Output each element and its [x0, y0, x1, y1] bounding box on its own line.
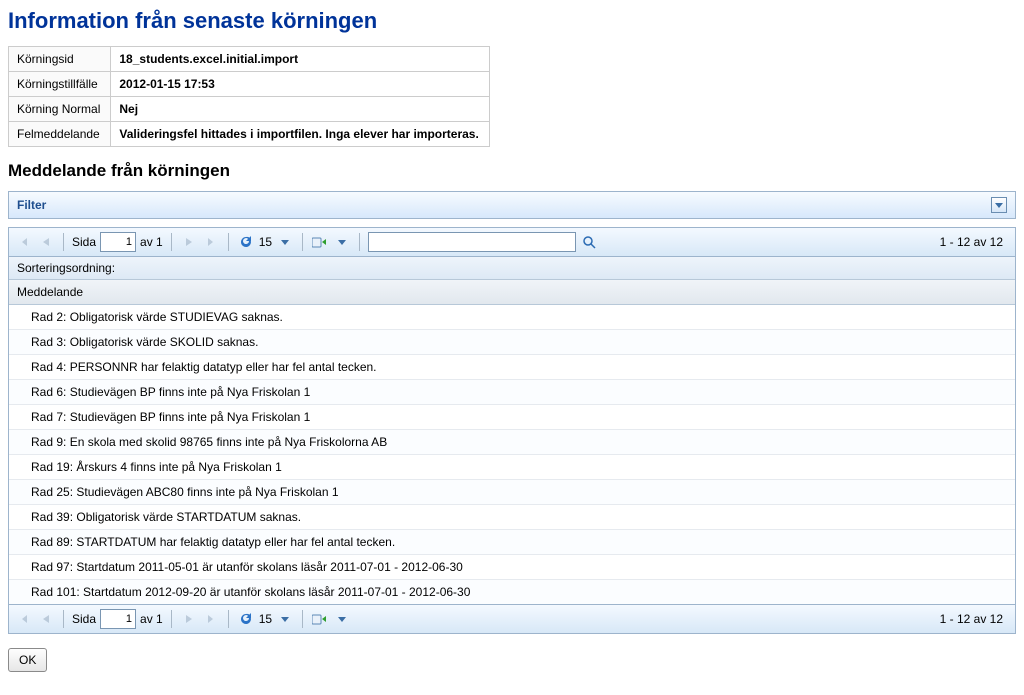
prev-page-button[interactable] — [37, 233, 55, 251]
table-row[interactable]: Rad 7: Studievägen BP finns inte på Nya … — [9, 405, 1015, 430]
prev-page-icon — [41, 613, 51, 625]
table-row[interactable]: Rad 89: STARTDATUM har felaktig datatyp … — [9, 530, 1015, 555]
info-value: Valideringsfel hittades i importfilen. I… — [111, 122, 489, 147]
table-row[interactable]: Rad 6: Studievägen BP finns inte på Nya … — [9, 380, 1015, 405]
info-value: 18_students.excel.initial.import — [111, 47, 489, 72]
chevron-down-icon — [281, 615, 289, 623]
page-number-input[interactable] — [100, 609, 136, 629]
grid-body: Rad 2: Obligatorisk värde STUDIEVAG sakn… — [9, 305, 1015, 604]
expand-filter-button[interactable] — [991, 197, 1007, 213]
next-page-button[interactable] — [180, 233, 198, 251]
ok-button[interactable]: OK — [8, 648, 47, 672]
info-value: Nej — [111, 97, 489, 122]
toolbar-separator — [171, 233, 172, 251]
first-page-icon — [18, 613, 30, 625]
table-row[interactable]: Rad 2: Obligatorisk värde STUDIEVAG sakn… — [9, 305, 1015, 330]
page-label-suffix: av 1 — [140, 235, 163, 249]
table-row[interactable]: Rad 19: Årskurs 4 finns inte på Nya Fris… — [9, 455, 1015, 480]
last-page-button[interactable] — [202, 610, 220, 628]
record-status-bottom: 1 - 12 av 12 — [940, 612, 1009, 626]
last-page-icon — [205, 613, 217, 625]
grid-toolbar-top: Sida av 1 15 1 - 12 av 12 — [9, 228, 1015, 257]
search-button[interactable] — [580, 233, 598, 251]
export-dropdown-button[interactable] — [333, 233, 351, 251]
next-page-icon — [184, 236, 194, 248]
info-label: Körning Normal — [9, 97, 111, 122]
table-row[interactable]: Rad 97: Startdatum 2011-05-01 är utanför… — [9, 555, 1015, 580]
info-label: Felmeddelande — [9, 122, 111, 147]
toolbar-separator — [171, 610, 172, 628]
page-number-input[interactable] — [100, 232, 136, 252]
info-row: Körningsid18_students.excel.initial.impo… — [9, 47, 490, 72]
table-row[interactable]: Rad 39: Obligatorisk värde STARTDATUM sa… — [9, 505, 1015, 530]
export-button[interactable] — [311, 610, 329, 628]
export-icon — [312, 612, 328, 626]
table-row[interactable]: Rad 9: En skola med skolid 98765 finns i… — [9, 430, 1015, 455]
toolbar-separator — [228, 233, 229, 251]
export-icon — [312, 235, 328, 249]
refresh-button[interactable] — [237, 610, 255, 628]
table-row[interactable]: Rad 4: PERSONNR har felaktig datatyp ell… — [9, 355, 1015, 380]
export-dropdown-button[interactable] — [333, 610, 351, 628]
table-row[interactable]: Rad 25: Studievägen ABC80 finns inte på … — [9, 480, 1015, 505]
prev-page-button[interactable] — [37, 610, 55, 628]
table-row[interactable]: Rad 101: Startdatum 2012-09-20 är utanfö… — [9, 580, 1015, 604]
chevron-down-icon — [281, 238, 289, 246]
search-input[interactable] — [368, 232, 576, 252]
info-row: Körning NormalNej — [9, 97, 490, 122]
info-table: Körningsid18_students.excel.initial.impo… — [8, 46, 490, 147]
refresh-icon — [239, 612, 253, 626]
refresh-icon — [239, 235, 253, 249]
filter-panel-header[interactable]: Filter — [8, 191, 1016, 219]
chevron-down-icon — [995, 201, 1003, 209]
record-status-top: 1 - 12 av 12 — [940, 235, 1009, 249]
pagesize-label[interactable]: 15 — [259, 612, 272, 626]
export-button[interactable] — [311, 233, 329, 251]
toolbar-separator — [302, 610, 303, 628]
page-label-prefix: Sida — [72, 235, 96, 249]
chevron-down-icon — [338, 238, 346, 246]
info-table-body: Körningsid18_students.excel.initial.impo… — [9, 47, 490, 147]
info-value: 2012-01-15 17:53 — [111, 72, 489, 97]
page-label-prefix: Sida — [72, 612, 96, 626]
last-page-icon — [205, 236, 217, 248]
info-label: Körningsid — [9, 47, 111, 72]
grid-toolbar-bottom: Sida av 1 15 1 - 12 av 12 — [9, 604, 1015, 633]
toolbar-separator — [302, 233, 303, 251]
info-row: Körningstillfälle2012-01-15 17:53 — [9, 72, 490, 97]
section-title: Meddelande från körningen — [8, 161, 1016, 181]
last-page-button[interactable] — [202, 233, 220, 251]
filter-label: Filter — [17, 198, 46, 212]
chevron-down-icon — [338, 615, 346, 623]
pagesize-dropdown-button[interactable] — [276, 233, 294, 251]
info-label: Körningstillfälle — [9, 72, 111, 97]
first-page-button[interactable] — [15, 233, 33, 251]
message-grid: Sida av 1 15 1 - 12 av 12 So — [8, 227, 1016, 634]
next-page-button[interactable] — [180, 610, 198, 628]
toolbar-separator — [63, 610, 64, 628]
pagesize-dropdown-button[interactable] — [276, 610, 294, 628]
table-row[interactable]: Rad 3: Obligatorisk värde SKOLID saknas. — [9, 330, 1015, 355]
toolbar-separator — [228, 610, 229, 628]
next-page-icon — [184, 613, 194, 625]
info-row: FelmeddelandeValideringsfel hittades i i… — [9, 122, 490, 147]
toolbar-separator — [63, 233, 64, 251]
page-title: Information från senaste körningen — [8, 8, 1016, 34]
page-label-suffix: av 1 — [140, 612, 163, 626]
sort-order-bar: Sorteringsordning: — [9, 257, 1015, 280]
column-header-meddelande[interactable]: Meddelande — [9, 280, 1015, 305]
first-page-button[interactable] — [15, 610, 33, 628]
pagesize-label[interactable]: 15 — [259, 235, 272, 249]
refresh-button[interactable] — [237, 233, 255, 251]
search-icon — [582, 235, 596, 249]
prev-page-icon — [41, 236, 51, 248]
first-page-icon — [18, 236, 30, 248]
toolbar-separator — [359, 233, 360, 251]
